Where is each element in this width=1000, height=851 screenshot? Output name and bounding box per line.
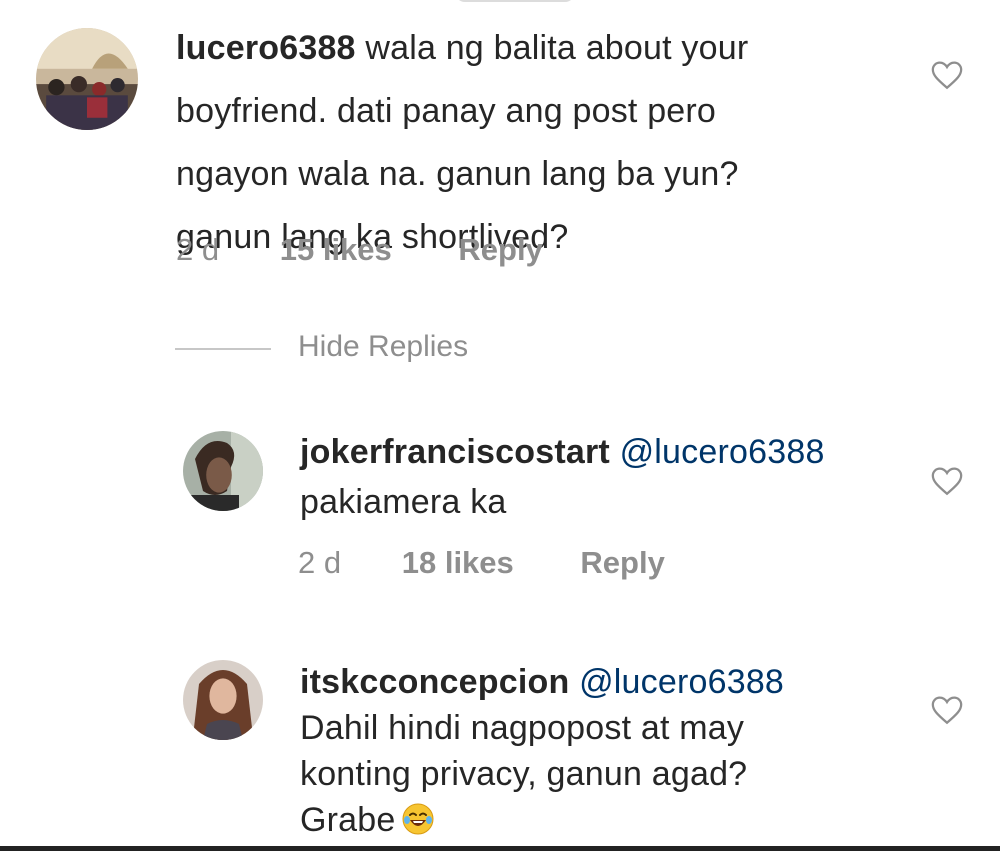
reply-line-with-emoji: Grabe bbox=[300, 802, 900, 838]
comment-line: wala ng balita about your bbox=[365, 29, 749, 67]
woman-photo-icon bbox=[183, 660, 263, 740]
mention-link[interactable]: @lucero6388 bbox=[579, 663, 784, 701]
hide-replies-button[interactable]: Hide Replies bbox=[298, 330, 468, 364]
reply-time: 2 d bbox=[298, 545, 342, 580]
reply-button[interactable]: Reply bbox=[458, 232, 542, 268]
like-heart-icon[interactable] bbox=[930, 693, 964, 727]
top-edge-tab bbox=[455, 0, 575, 2]
reply-line: Grabe bbox=[300, 801, 396, 839]
reply-meta: 2 d 18 likes Reply bbox=[298, 545, 665, 581]
hide-replies-divider bbox=[175, 348, 271, 350]
laughing-tears-emoji-icon bbox=[402, 803, 433, 835]
like-heart-icon[interactable] bbox=[930, 58, 964, 92]
avatar[interactable] bbox=[183, 431, 263, 511]
reply-text: jokerfranciscostart @lucero6388 pakiamer… bbox=[300, 434, 900, 520]
comment-time: 2 d bbox=[176, 232, 220, 267]
comment-meta: 2 d 15 likes Reply bbox=[176, 232, 543, 268]
group-photo-icon bbox=[36, 28, 138, 130]
reply-username[interactable]: itskcconcepcion bbox=[300, 663, 569, 701]
mention-link[interactable]: @lucero6388 bbox=[620, 433, 825, 471]
comment-username[interactable]: lucero6388 bbox=[176, 29, 356, 67]
likes-count[interactable]: 18 likes bbox=[402, 545, 514, 581]
comment-text: lucero6388 wala ng balita about your boy… bbox=[176, 30, 896, 255]
reply-text: itskcconcepcion @lucero6388 Dahil hindi … bbox=[300, 664, 900, 838]
avatar[interactable] bbox=[36, 28, 138, 130]
bottom-edge bbox=[0, 846, 1000, 851]
comment-line: boyfriend. dati panay ang post pero bbox=[176, 92, 717, 130]
reply-line: pakiamera ka bbox=[300, 483, 507, 521]
comment-line: ngayon wala na. ganun lang ba yun? bbox=[176, 155, 739, 193]
likes-count[interactable]: 15 likes bbox=[280, 232, 392, 268]
person-photo-icon bbox=[183, 431, 263, 511]
avatar[interactable] bbox=[183, 660, 263, 740]
reply-username[interactable]: jokerfranciscostart bbox=[300, 433, 610, 471]
reply-line: konting privacy, ganun agad? bbox=[300, 755, 748, 793]
like-heart-icon[interactable] bbox=[930, 464, 964, 498]
reply-line: Dahil hindi nagpopost at may bbox=[300, 709, 745, 747]
reply-button[interactable]: Reply bbox=[580, 545, 664, 581]
